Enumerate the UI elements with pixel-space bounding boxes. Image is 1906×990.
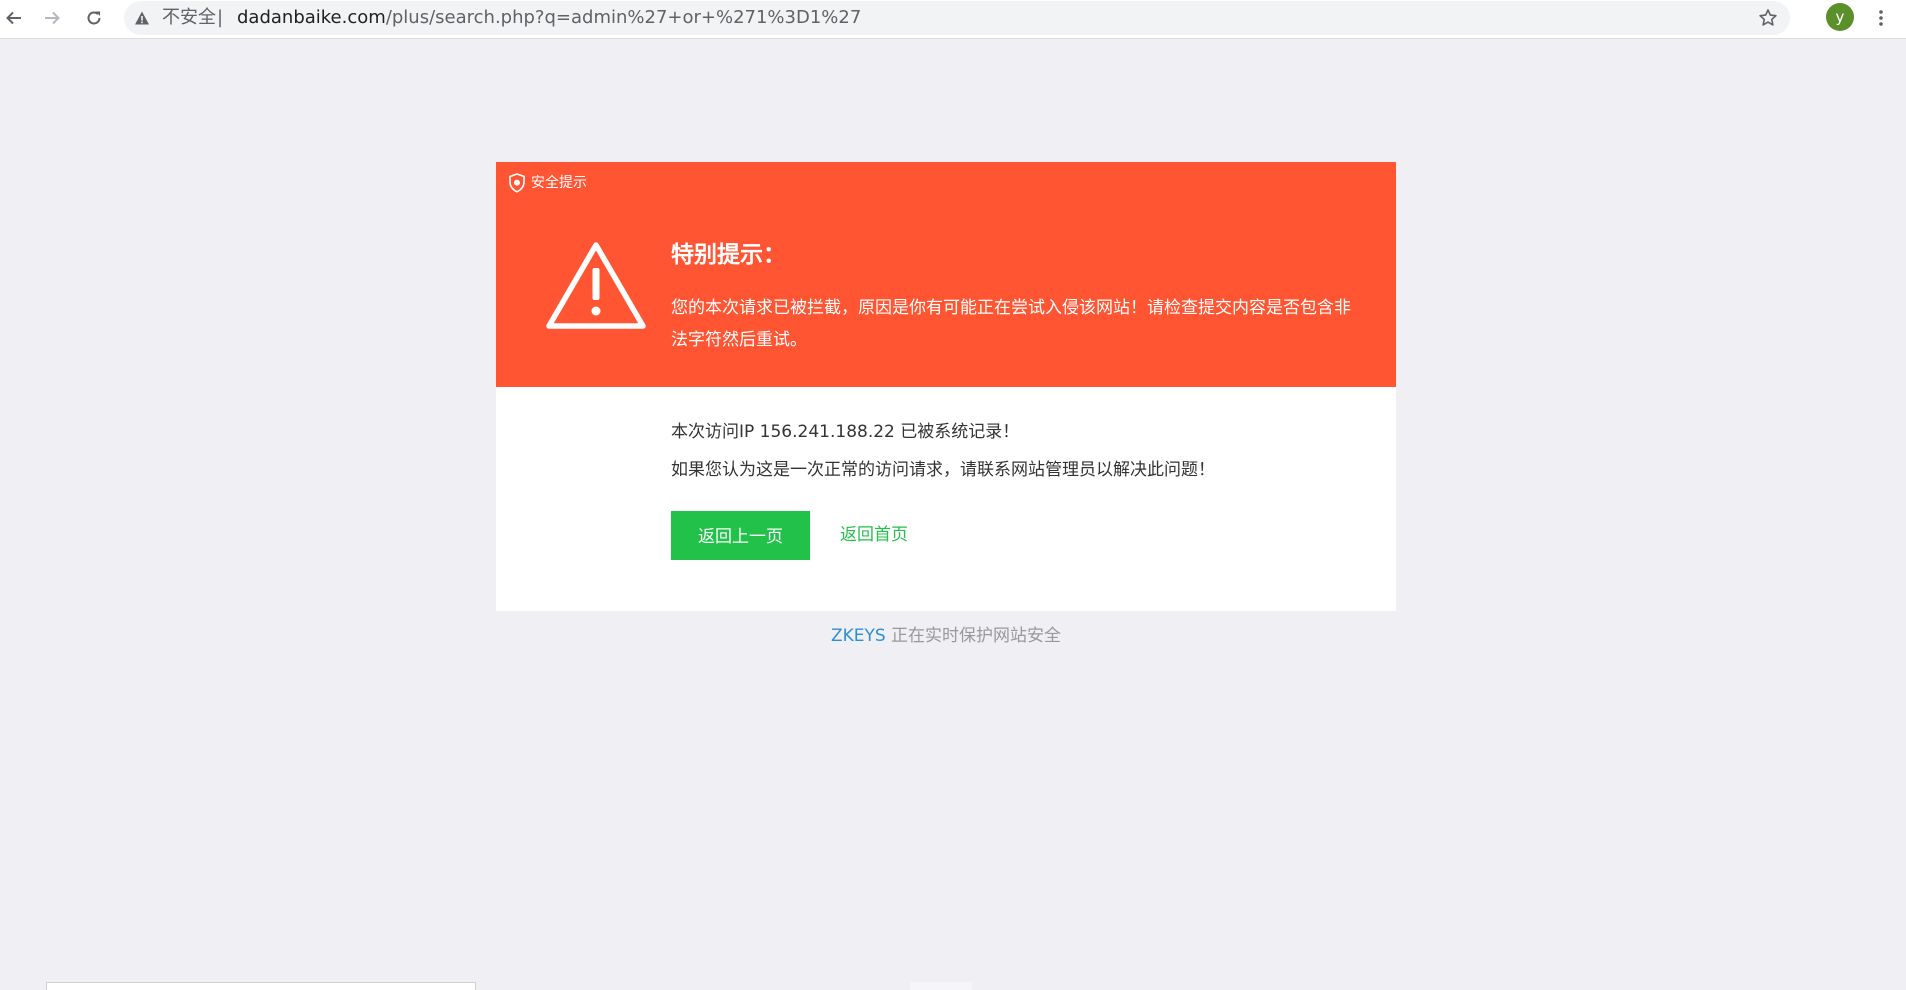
warning-triangle-icon (546, 242, 646, 329)
browser-menu-button[interactable] (1870, 4, 1892, 32)
back-arrow-icon (6, 11, 21, 25)
bottom-chip-edge (910, 982, 972, 990)
reload-icon (87, 11, 101, 25)
alert-message: 您的本次请求已被拦截，原因是你有可能正在尝试入侵该网站！请检查提交内容是否包含非… (671, 298, 1351, 350)
bottom-panel-edge (46, 982, 476, 990)
bookmark-star-icon[interactable] (1758, 8, 1778, 28)
alert-title: 特别提示： (671, 242, 786, 268)
protection-footer: ZKEYS 正在实时保护网站安全 (496, 624, 1396, 648)
shield-icon (509, 173, 525, 193)
footer-brand: ZKEYS (830, 626, 886, 646)
url-text[interactable]: dadanbaike.com/plus/search.php?q=admin%2… (237, 8, 861, 28)
browser-toolbar: 不安全 | dadanbaike.com/plus/search.php?q=a… (0, 0, 1906, 39)
kebab-menu-icon (1879, 10, 1883, 26)
back-button[interactable] (0, 4, 28, 32)
alert-body: 本次访问IP 156.241.188.22 已被系统记录！ 如果您认为这是一次正… (496, 387, 1396, 611)
security-status-label[interactable]: 不安全 (162, 8, 216, 28)
footer-text: 正在实时保护网站安全 (885, 626, 1062, 646)
alert-header: 安全提示 特别提示： 您的本次请求已被拦截，原因是你有可能正在尝试入侵该网站！请… (496, 162, 1396, 387)
forward-button[interactable] (38, 4, 66, 32)
url-host: dadanbaike.com (237, 7, 386, 28)
home-link[interactable]: 返回首页 (840, 523, 908, 547)
back-to-previous-button[interactable]: 返回上一页 (671, 511, 810, 560)
contact-notice: 如果您认为这是一次正常的访问请求，请联系网站管理员以解决此问题！ (671, 460, 1215, 480)
address-bar[interactable]: 不安全 | dadanbaike.com/plus/search.php?q=a… (124, 1, 1790, 35)
security-alert-card: 安全提示 特别提示： 您的本次请求已被拦截，原因是你有可能正在尝试入侵该网站！请… (496, 162, 1396, 611)
profile-avatar[interactable]: y (1826, 3, 1854, 31)
reload-button[interactable] (80, 4, 108, 32)
not-secure-warning-icon[interactable] (134, 10, 150, 26)
security-badge: 安全提示 (508, 173, 587, 193)
security-badge-label: 安全提示 (531, 175, 587, 191)
address-separator: | (217, 7, 224, 28)
ip-notice: 本次访问IP 156.241.188.22 已被系统记录！ (671, 422, 1020, 442)
url-path: /plus/search.php?q=admin%27+or+%271%3D1%… (385, 7, 862, 28)
forward-arrow-icon (45, 11, 60, 25)
